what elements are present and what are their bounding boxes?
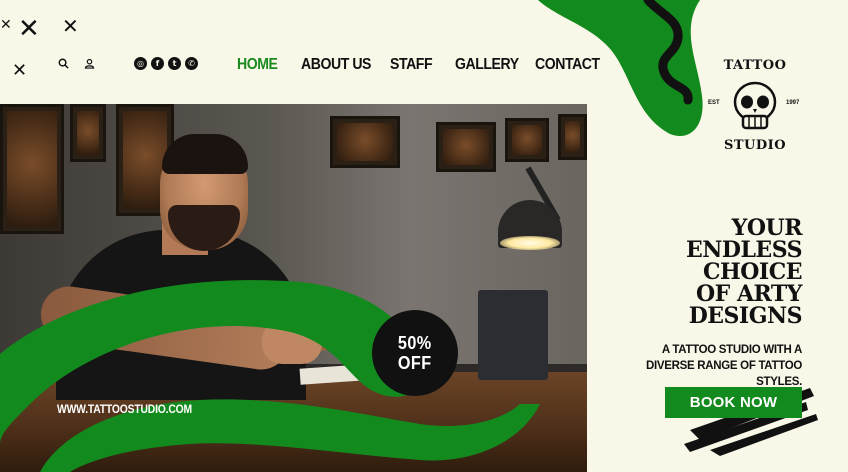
badge-percent: 50%	[398, 333, 432, 353]
logo-est-label: EST	[708, 100, 720, 106]
wall-frame	[330, 116, 400, 168]
headline-line: CHOICE	[702, 259, 803, 285]
x-decoration: ✕	[62, 14, 79, 38]
studio-logo[interactable]: TATTOO EST 1997 STUDIO	[700, 56, 810, 156]
headline-line: YOUR	[731, 215, 803, 241]
website-url[interactable]: WWW.TATTOOSTUDIO.COM	[57, 404, 192, 416]
nav-home[interactable]: HOME	[237, 56, 293, 74]
hero-image	[0, 104, 587, 472]
book-now-button[interactable]: BOOK NOW	[665, 387, 802, 418]
logo-year: 1997	[786, 100, 800, 106]
lamp-light	[500, 236, 560, 250]
nav-gallery[interactable]: GALLERY	[455, 56, 525, 74]
whatsapp-icon[interactable]: ✆	[185, 57, 198, 70]
discount-badge[interactable]: 50% OFF	[372, 310, 458, 396]
headline-line: OF ARTY	[696, 281, 802, 307]
page: ✕ ✕ ✕ ✕ ◎ f t ✆ HOME ABOUT US STAFF GALL…	[0, 0, 848, 472]
twitter-icon[interactable]: t	[168, 57, 181, 70]
instagram-icon[interactable]: ◎	[134, 57, 147, 70]
nav-about-us[interactable]: ABOUT US	[301, 56, 379, 74]
x-decoration: ✕	[18, 14, 40, 44]
skull-icon	[733, 81, 777, 130]
facebook-icon[interactable]: f	[151, 57, 164, 70]
person-hair	[162, 134, 248, 174]
social-links: ◎ f t ✆	[134, 57, 198, 70]
wall-frame	[436, 122, 496, 172]
headline-line: DESIGNS	[688, 303, 803, 329]
wall-frame	[0, 104, 64, 234]
x-decoration: ✕	[12, 60, 28, 81]
hero-headline: YOUR ENDLESS CHOICE OF ARTY DESIGNS	[640, 215, 803, 329]
wall-frame	[558, 114, 587, 160]
user-icon[interactable]	[82, 56, 96, 70]
wall-frame	[505, 118, 549, 162]
logo-top-text: TATTOO	[723, 58, 787, 73]
nav-staff[interactable]: STAFF	[390, 56, 447, 74]
person-hands	[262, 320, 322, 364]
subtitle-line: A TATTOO STUDIO WITH A	[661, 344, 802, 356]
x-decoration: ✕	[0, 17, 12, 33]
logo-bottom-text: STUDIO	[723, 138, 787, 153]
header-utility-icons	[56, 56, 96, 70]
badge-off: OFF	[398, 353, 432, 373]
search-icon[interactable]	[56, 56, 70, 70]
pen-holder	[478, 290, 548, 380]
headline-line: ENDLESS	[686, 237, 803, 263]
wall-frame	[70, 104, 106, 162]
